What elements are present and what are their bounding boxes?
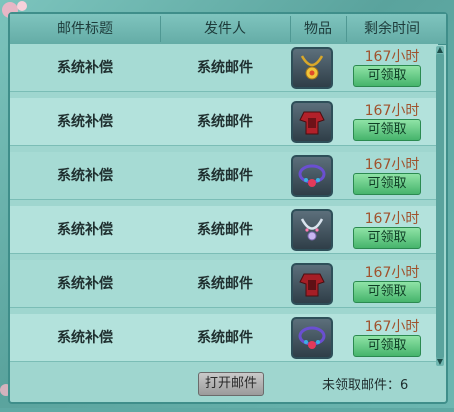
scrollbar[interactable]: ▲ ▼ xyxy=(436,46,444,366)
remaining-time: 167小时 xyxy=(364,49,420,65)
mail-row[interactable]: 系统补偿 系统邮件 167小时 可领取 xyxy=(10,98,438,146)
header-remaining-time: 剩余时间 xyxy=(364,21,420,37)
header-sender: 发件人 xyxy=(204,21,246,37)
necklace-gold-icon[interactable] xyxy=(291,47,333,89)
mail-sender: 系统邮件 xyxy=(197,114,253,130)
unclaimed-count: 6 xyxy=(400,378,409,393)
mail-sender: 系统邮件 xyxy=(197,276,253,292)
mail-row[interactable]: 系统补偿 系统邮件 167小时 可领取 xyxy=(10,152,438,200)
claim-button[interactable]: 可领取 xyxy=(353,173,421,195)
remaining-time: 167小时 xyxy=(364,265,420,281)
unclaimed-mail-count: 未领取邮件：6 xyxy=(322,374,408,393)
remaining-time: 167小时 xyxy=(364,211,420,227)
mail-row[interactable]: 系统补偿 系统邮件 167小时 可领取 xyxy=(10,44,438,92)
remaining-time: 167小时 xyxy=(364,157,420,173)
mail-title: 系统补偿 xyxy=(57,222,113,238)
mail-title: 系统补偿 xyxy=(57,330,113,346)
mail-sender: 系统邮件 xyxy=(197,222,253,238)
claim-button[interactable]: 可领取 xyxy=(353,65,421,87)
mail-sender: 系统邮件 xyxy=(197,330,253,346)
scroll-up-arrow-icon[interactable]: ▲ xyxy=(435,46,445,54)
open-mail-button[interactable]: 打开邮件 xyxy=(198,372,264,396)
mail-table-header: 邮件标题 发件人 物品 剩余时间 xyxy=(10,14,446,45)
mail-title: 系统补偿 xyxy=(57,168,113,184)
claim-button[interactable]: 可领取 xyxy=(353,281,421,303)
mail-row[interactable]: 系统补偿 系统邮件 167小时 可领取 xyxy=(10,314,438,362)
scroll-down-arrow-icon[interactable]: ▼ xyxy=(435,358,445,366)
red-armor-icon[interactable] xyxy=(291,263,333,305)
mail-title: 系统补偿 xyxy=(57,60,113,76)
mail-title: 系统补偿 xyxy=(57,114,113,130)
remaining-time: 167小时 xyxy=(364,103,420,119)
blue-purple-necklace-icon[interactable] xyxy=(291,317,333,359)
mail-sender: 系统邮件 xyxy=(197,60,253,76)
mail-panel: 邮件标题 发件人 物品 剩余时间 系统补偿 系统邮件 167小时 可领取 系统补… xyxy=(8,12,448,404)
blue-purple-necklace-icon[interactable] xyxy=(291,155,333,197)
header-item: 物品 xyxy=(304,21,332,37)
header-mail-title: 邮件标题 xyxy=(57,21,113,37)
mail-sender: 系统邮件 xyxy=(197,168,253,184)
mail-footer: 打开邮件 未领取邮件：6 xyxy=(10,370,446,402)
silver-necklace-icon[interactable] xyxy=(291,209,333,251)
unclaimed-label: 未领取邮件： xyxy=(322,378,401,393)
claim-button[interactable]: 可领取 xyxy=(353,119,421,141)
scrollbar-thumb[interactable] xyxy=(436,54,444,358)
mail-list: 系统补偿 系统邮件 167小时 可领取 系统补偿 系统邮件 167小时 可领取 … xyxy=(10,44,438,368)
red-armor-icon[interactable] xyxy=(291,101,333,143)
mail-title: 系统补偿 xyxy=(57,276,113,292)
claim-button[interactable]: 可领取 xyxy=(353,227,421,249)
remaining-time: 167小时 xyxy=(364,319,420,335)
mail-row[interactable]: 系统补偿 系统邮件 167小时 可领取 xyxy=(10,206,438,254)
claim-button[interactable]: 可领取 xyxy=(353,335,421,357)
mail-row[interactable]: 系统补偿 系统邮件 167小时 可领取 xyxy=(10,260,438,308)
